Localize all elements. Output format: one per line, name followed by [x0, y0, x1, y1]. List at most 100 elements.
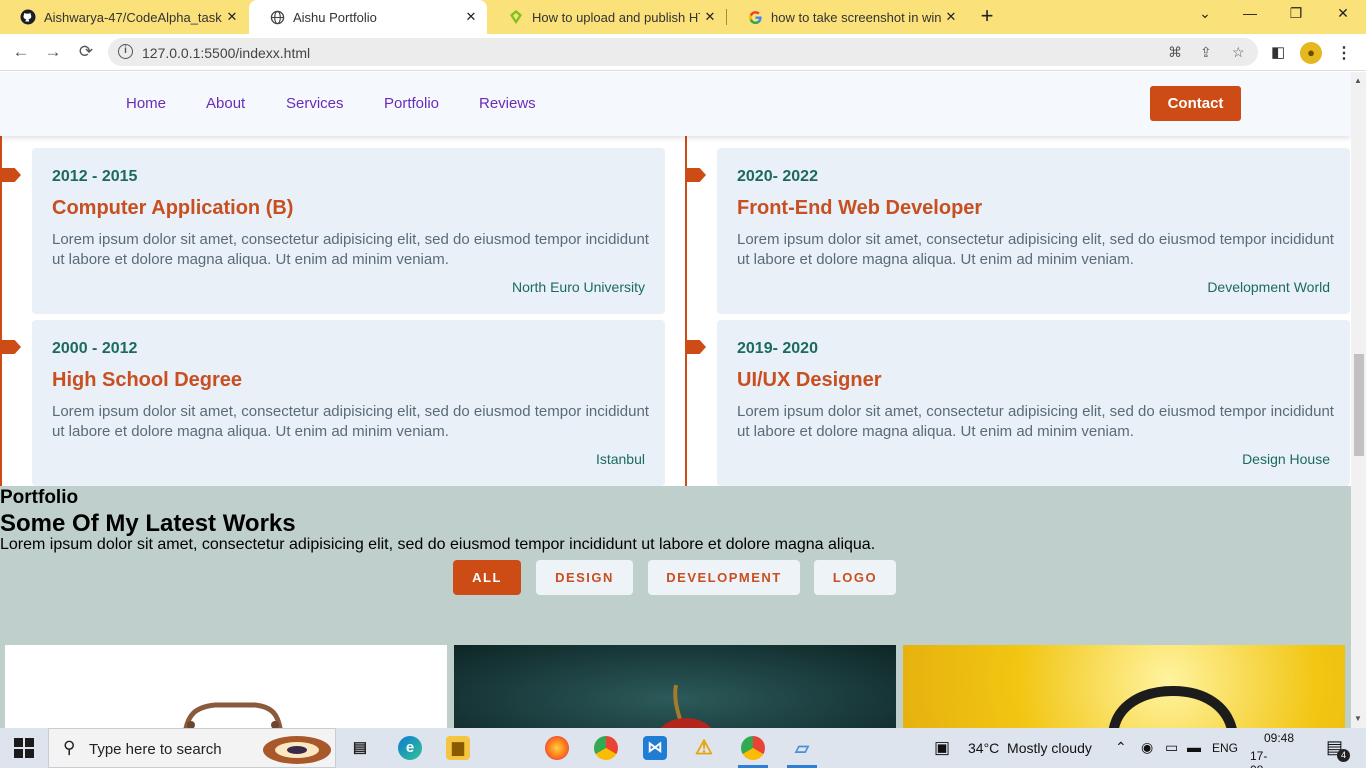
portfolio-item-bag[interactable]: [5, 645, 447, 728]
timeline-marker: [685, 340, 706, 354]
portfolio-item-headphones[interactable]: [903, 645, 1345, 728]
close-tab-icon[interactable]: ✕: [222, 9, 242, 25]
meet-icon[interactable]: ◉: [1141, 739, 1153, 756]
new-tab-button[interactable]: +: [976, 5, 998, 27]
portfolio-section: Portfolio Some Of My Latest Works Lorem …: [0, 486, 1351, 728]
card-place: Development World: [1207, 279, 1330, 295]
clock-time[interactable]: 09:48: [1264, 731, 1294, 745]
minimize-button[interactable]: —: [1238, 5, 1262, 21]
portfolio-item-apple[interactable]: [454, 645, 896, 728]
notification-badge: 4: [1337, 749, 1350, 762]
close-tab-icon[interactable]: ✕: [700, 9, 720, 25]
filter-all-button[interactable]: ALL: [453, 560, 521, 595]
battery-icon[interactable]: ▬: [1187, 739, 1201, 755]
close-window-button[interactable]: ✕: [1331, 5, 1355, 22]
site-header: Home About Services Portfolio Reviews Co…: [0, 72, 1351, 136]
taskbar-search-box[interactable]: ⚲ Type here to search: [48, 728, 336, 768]
chrome-icon[interactable]: [594, 736, 618, 760]
card-title: High School Degree: [52, 369, 243, 391]
nav-reviews[interactable]: Reviews: [479, 95, 536, 112]
card-years: 2000 - 2012: [52, 340, 138, 357]
google-icon: [747, 9, 763, 25]
scroll-down-arrow-icon[interactable]: ▼: [1354, 714, 1362, 723]
card-description: Lorem ipsum dolor sit amet, consectetur …: [52, 403, 649, 440]
back-button[interactable]: ←: [11, 42, 31, 62]
profile-avatar[interactable]: ●: [1300, 42, 1322, 64]
github-icon: [20, 9, 36, 25]
card-description: Lorem ipsum dolor sit amet, consectetur …: [737, 231, 1334, 268]
close-tab-icon[interactable]: ✕: [941, 9, 961, 25]
side-panel-icon[interactable]: ◧: [1271, 43, 1285, 61]
card-description: Lorem ipsum dolor sit amet, consectetur …: [52, 231, 649, 268]
tab-upload-html[interactable]: How to upload and publish HTML ✕: [488, 0, 726, 34]
search-placeholder: Type here to search: [89, 741, 222, 758]
windows-start-icon[interactable]: [14, 738, 34, 758]
card-place: Istanbul: [595, 451, 645, 467]
close-tab-icon[interactable]: ✕: [461, 9, 481, 25]
filter-development-button[interactable]: DEVELOPMENT: [648, 560, 800, 595]
education-card: 2012 - 2015 Computer Application (B) Lor…: [32, 148, 665, 314]
codeanywhere-icon: [508, 9, 524, 25]
tab-google-search[interactable]: how to take screenshot in windo ✕: [727, 0, 967, 34]
experience-card: 2019- 2020 UI/UX Designer Lorem ipsum do…: [717, 320, 1350, 486]
browser-menu-icon[interactable]: ⋮: [1336, 43, 1352, 63]
card-title: UI/UX Designer: [737, 369, 882, 391]
portfolio-title: Some Of My Latest Works: [0, 510, 296, 537]
firefox-icon[interactable]: [545, 736, 569, 760]
forward-button[interactable]: →: [43, 42, 63, 62]
share-icon[interactable]: ⇪: [1200, 44, 1212, 61]
timeline-marker: [0, 340, 21, 354]
tab-search-chevron-icon[interactable]: ⌄: [1193, 5, 1217, 22]
page-scrollbar[interactable]: ▲ ▼: [1351, 72, 1366, 728]
tab-github[interactable]: Aishwarya-47/CodeAlpha_task1 ✕: [0, 0, 248, 34]
warning-icon[interactable]: ⚠: [692, 736, 716, 760]
browser-tab-bar: Aishwarya-47/CodeAlpha_task1 ✕ Aishu Por…: [0, 0, 1366, 34]
timeline-marker: [685, 168, 706, 182]
chrome-profile-icon[interactable]: [741, 736, 765, 760]
restore-button[interactable]: ❐: [1284, 5, 1308, 22]
reload-button[interactable]: ⟳: [76, 42, 96, 62]
url-text[interactable]: 127.0.0.1:5500/indexx.html: [142, 45, 310, 61]
tray-chevron-icon[interactable]: ⌃: [1115, 739, 1127, 756]
headphones-image: [1109, 685, 1237, 728]
screen-icon[interactable]: ▭: [1165, 739, 1178, 756]
address-bar-row: ← → ⟳ i 127.0.0.1:5500/indexx.html ⌘ ⇪ ☆…: [0, 34, 1366, 71]
weather-text[interactable]: 34°C Mostly cloudy: [968, 740, 1092, 756]
bookmark-star-icon[interactable]: ☆: [1232, 44, 1245, 61]
task-view-icon[interactable]: ▤: [348, 736, 372, 760]
portfolio-label: Portfolio: [0, 487, 79, 508]
card-description: Lorem ipsum dolor sit amet, consectetur …: [737, 403, 1334, 440]
clock-date[interactable]: 17-08-2023: [1250, 749, 1277, 768]
nav-portfolio[interactable]: Portfolio: [384, 95, 439, 112]
card-title: Front-End Web Developer: [737, 197, 983, 219]
education-card: 2000 - 2012 High School Degree Lorem ips…: [32, 320, 665, 486]
file-explorer-icon[interactable]: ▆: [446, 736, 470, 760]
notepad-icon[interactable]: ▱: [790, 736, 814, 760]
nav-about[interactable]: About: [206, 95, 245, 112]
experience-timeline-line: [685, 136, 687, 486]
news-icon[interactable]: ▣: [934, 738, 950, 758]
site-info-icon[interactable]: i: [118, 44, 133, 59]
language-indicator[interactable]: ENG: [1212, 741, 1238, 755]
nav-home[interactable]: Home: [126, 95, 166, 112]
filter-design-button[interactable]: DESIGN: [536, 560, 633, 595]
scroll-up-arrow-icon[interactable]: ▲: [1354, 76, 1362, 85]
translate-icon[interactable]: ⌘: [1168, 44, 1182, 61]
resume-timeline: 2012 - 2015 Computer Application (B) Lor…: [0, 136, 1351, 486]
filter-logo-button[interactable]: LOGO: [814, 560, 896, 595]
globe-icon: [269, 9, 285, 25]
card-place: Design House: [1242, 451, 1330, 467]
experience-card: 2020- 2022 Front-End Web Developer Lorem…: [717, 148, 1350, 314]
tab-aishu-portfolio[interactable]: Aishu Portfolio ✕: [249, 0, 487, 34]
card-years: 2020- 2022: [737, 168, 818, 185]
card-years: 2019- 2020: [737, 340, 818, 357]
search-highlight-image: [263, 736, 331, 764]
contact-button[interactable]: Contact: [1150, 86, 1241, 121]
apple-image: [660, 684, 712, 728]
edge-icon[interactable]: e: [398, 736, 422, 760]
vscode-icon[interactable]: ⋈: [643, 736, 667, 760]
omnibox[interactable]: i 127.0.0.1:5500/indexx.html ⌘ ⇪ ☆: [108, 38, 1258, 66]
bag-image: [183, 702, 283, 728]
scrollbar-thumb[interactable]: [1354, 354, 1364, 456]
nav-services[interactable]: Services: [286, 95, 344, 112]
